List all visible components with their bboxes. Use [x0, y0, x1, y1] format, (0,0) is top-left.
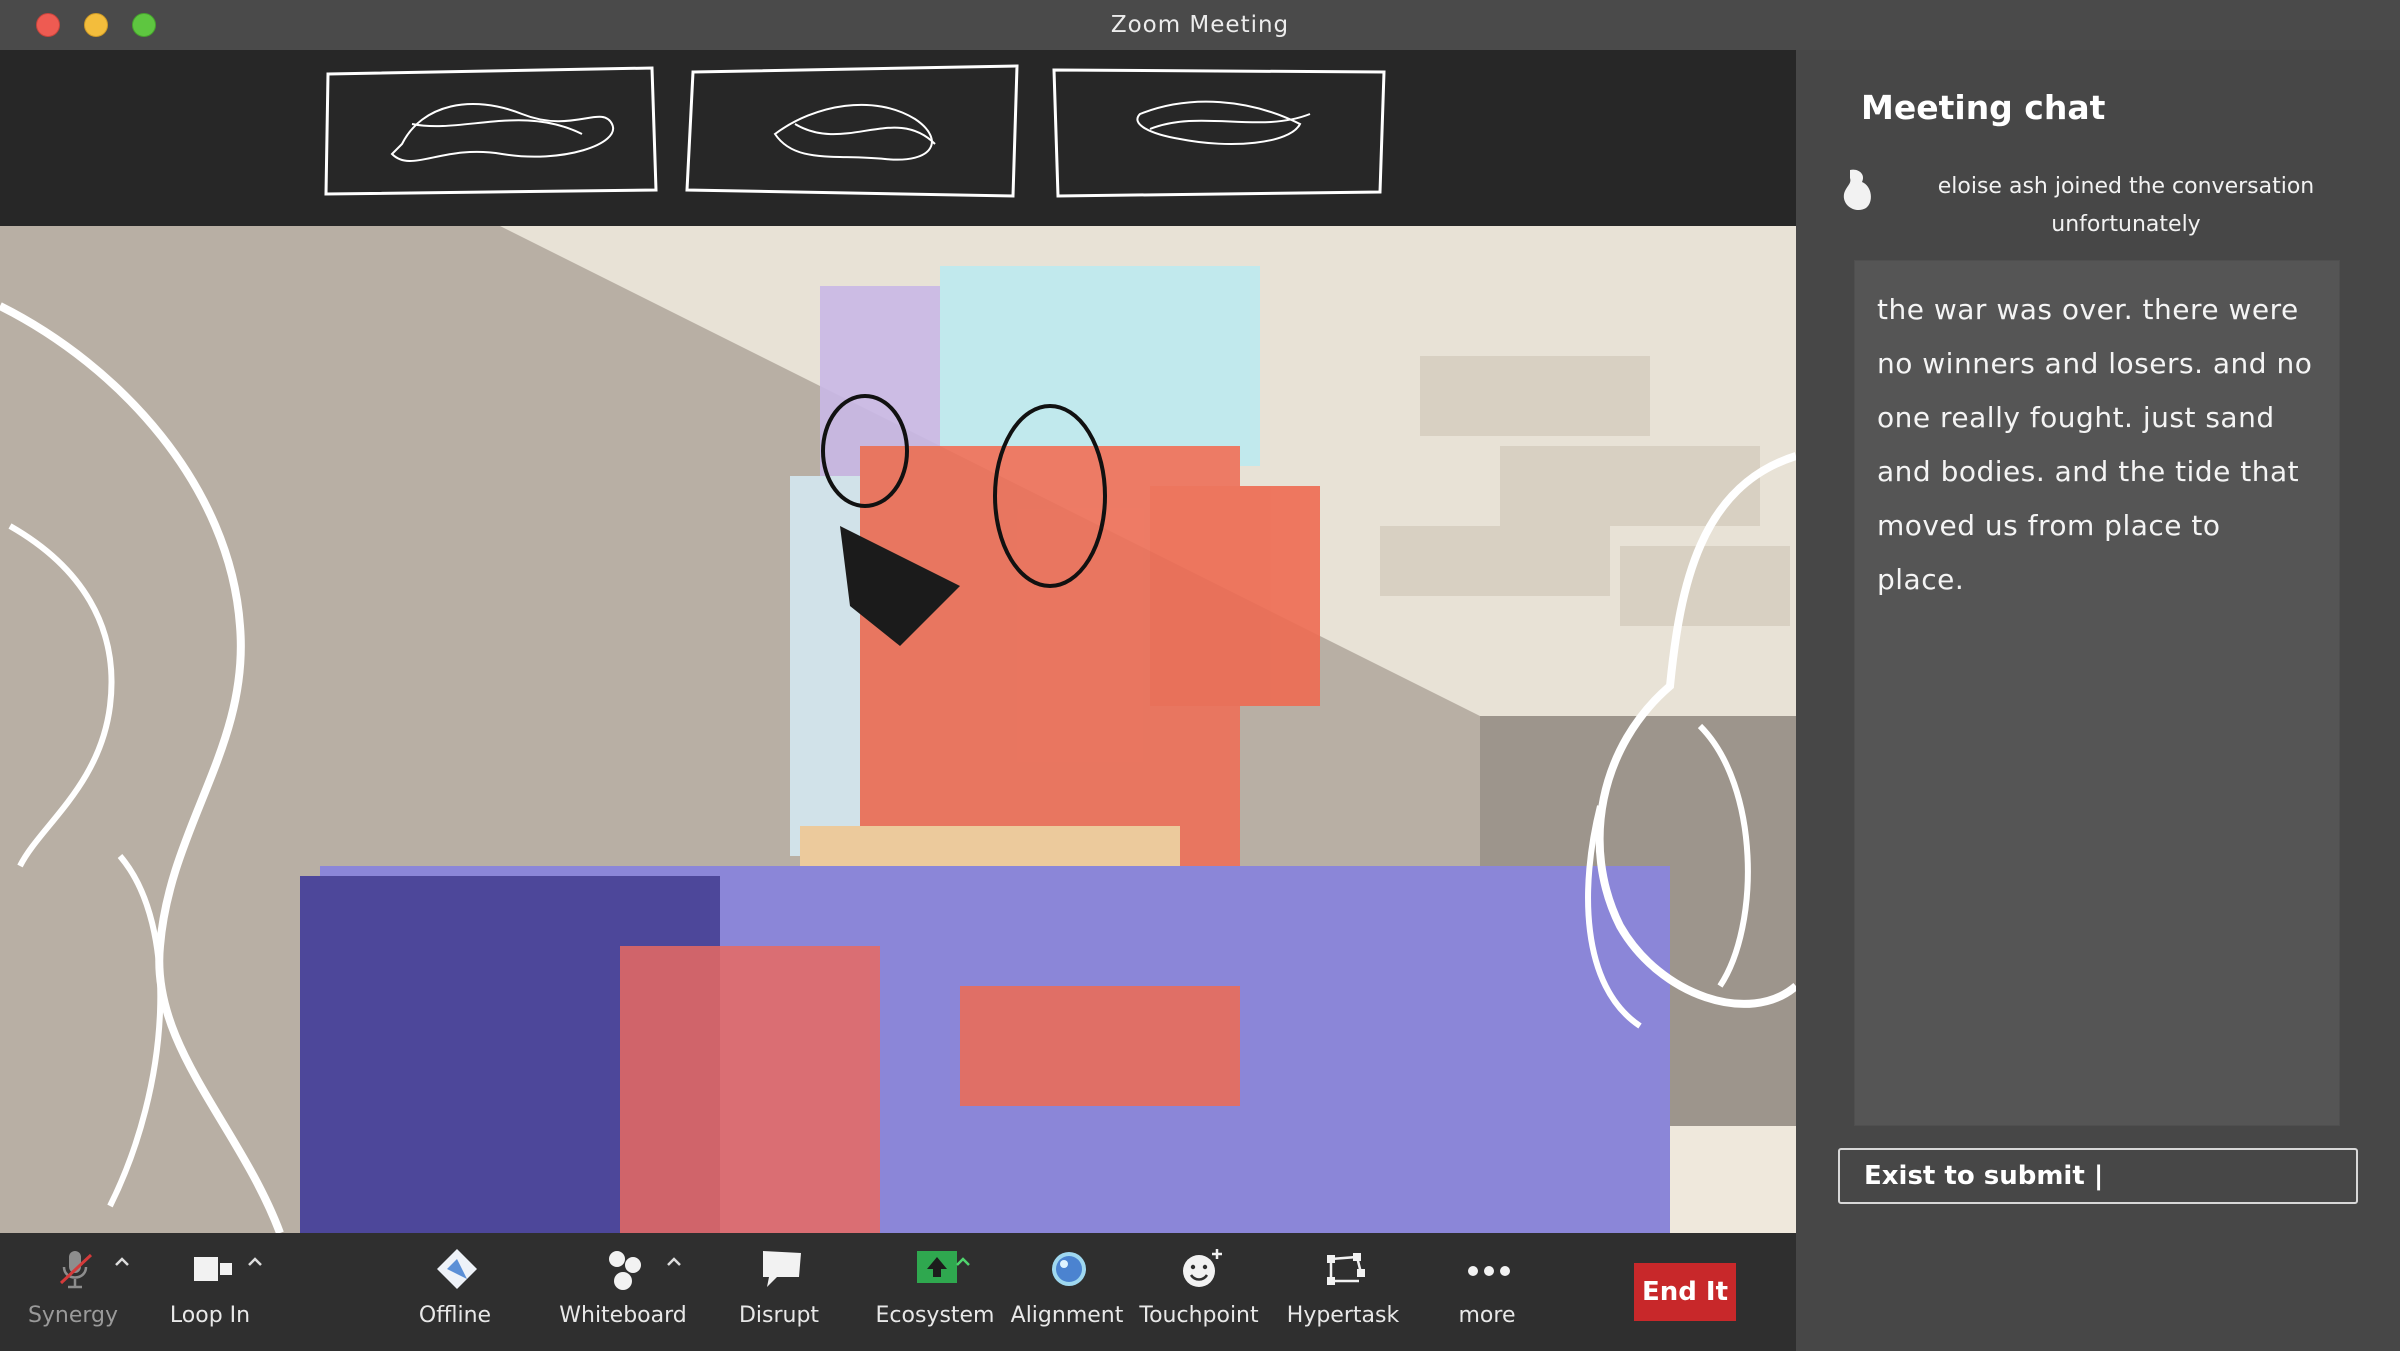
chat-message-area: the war was over. there were no winners … — [1854, 260, 2340, 1126]
disrupt-button[interactable]: Disrupt — [724, 1247, 834, 1347]
speaker-painting — [0, 226, 1796, 1233]
chevron-up-icon[interactable] — [954, 1253, 972, 1271]
share-screen-icon — [917, 1251, 957, 1283]
video-camera-icon — [194, 1257, 232, 1281]
user-icon — [1843, 169, 1871, 211]
bubble-icon — [1052, 1252, 1086, 1286]
chevron-up-icon[interactable] — [665, 1253, 683, 1271]
more-label: more — [1458, 1303, 1516, 1328]
whiteboard-button[interactable]: Whiteboard — [559, 1247, 687, 1347]
touchpoint-button[interactable]: Touchpoint — [1139, 1247, 1259, 1347]
diamond-icon — [437, 1249, 477, 1289]
muted-mic-icon — [59, 1251, 93, 1289]
synergy-label: Synergy — [27, 1303, 119, 1328]
ecosystem-label: Ecosystem — [875, 1303, 995, 1328]
disrupt-label: Disrupt — [738, 1303, 820, 1328]
hypertask-label: Hypertask — [1286, 1303, 1400, 1328]
chat-panel: Meeting chat eloise ash joined the conve… — [1796, 50, 2400, 1351]
more-dots-icon — [1468, 1266, 1510, 1276]
chat-title: Meeting chat — [1861, 88, 2106, 127]
people-icon — [609, 1251, 641, 1290]
loop-in-label: Loop In — [169, 1303, 251, 1328]
nodes-icon — [1327, 1253, 1365, 1285]
offline-button[interactable]: Offline — [400, 1247, 510, 1347]
synergy-button[interactable]: Synergy — [18, 1247, 128, 1347]
join-notice: eloise ash joined the conversation unfor… — [1836, 160, 2376, 240]
ecosystem-button[interactable]: Ecosystem — [876, 1247, 995, 1347]
join-notice-text: eloise ash joined the conversation unfor… — [1937, 174, 2315, 237]
touchpoint-label: Touchpoint — [1139, 1303, 1259, 1328]
more-button[interactable]: more — [1432, 1247, 1542, 1347]
alignment-button[interactable]: Alignment — [1011, 1247, 1123, 1347]
window-title: Zoom Meeting — [1110, 12, 1290, 38]
video-area — [0, 50, 1796, 1233]
speech-bubble-icon — [763, 1251, 801, 1287]
chevron-up-icon[interactable] — [246, 1253, 264, 1271]
participant-thumbnail[interactable] — [322, 64, 662, 200]
chevron-up-icon[interactable] — [113, 1253, 131, 1271]
active-speaker-video[interactable] — [0, 226, 1796, 1233]
alignment-label: Alignment — [1010, 1303, 1124, 1328]
participant-thumbnail-strip — [0, 50, 1796, 226]
whiteboard-label: Whiteboard — [559, 1303, 687, 1328]
end-meeting-button[interactable]: End It — [1634, 1263, 1736, 1321]
chat-message: the war was over. there were no winners … — [1877, 293, 2313, 596]
participant-thumbnail[interactable] — [685, 64, 1025, 200]
meeting-toolbar: Synergy Loop In Offline Whiteboard Disru… — [0, 1233, 1796, 1351]
title-bar: Zoom Meeting — [0, 0, 2400, 51]
offline-label: Offline — [418, 1303, 492, 1328]
chat-input[interactable] — [1838, 1148, 2358, 1204]
hypertask-button[interactable]: Hypertask — [1287, 1247, 1399, 1347]
smiley-plus-icon — [1183, 1249, 1222, 1287]
participant-thumbnail[interactable] — [1050, 64, 1390, 200]
